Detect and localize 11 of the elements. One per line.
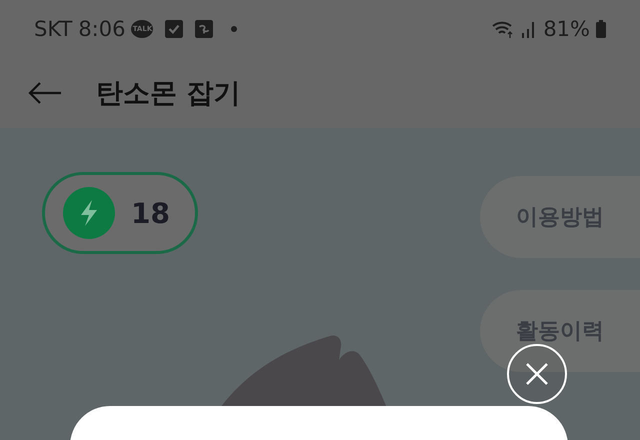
battery-icon [596,20,606,38]
back-button[interactable] [28,82,62,104]
dot-icon [231,26,238,32]
page-title: 탄소몬 잡기 [96,77,240,111]
carrier-text: SKT [34,17,72,41]
back-arrow-icon [28,82,62,104]
battery-text: 81% [543,17,590,41]
checkbox-app-icon [165,20,184,38]
energy-count: 18 [131,196,170,230]
lightning-icon [63,187,115,239]
clock-text: 8:06 [78,17,126,41]
